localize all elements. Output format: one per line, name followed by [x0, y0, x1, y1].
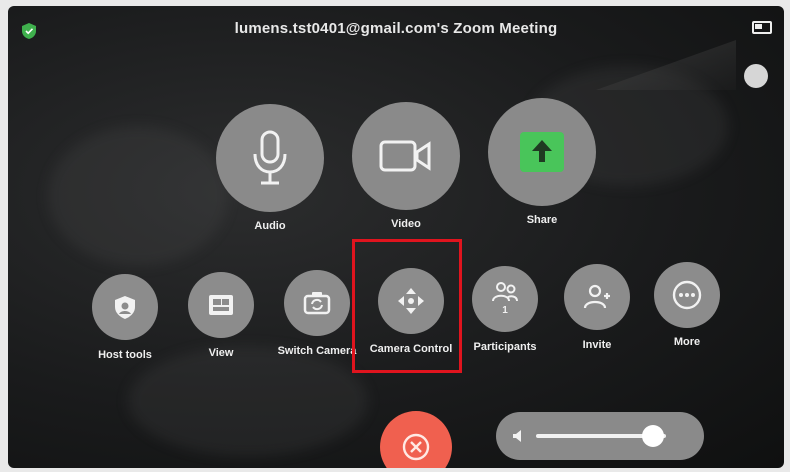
participants-icon: 1 — [490, 279, 520, 319]
more-dots-icon — [671, 279, 703, 311]
participants-label: Participants — [473, 341, 537, 353]
audio-button[interactable] — [216, 104, 324, 212]
switch-camera-button[interactable] — [284, 270, 350, 336]
camera-control-highlight — [352, 239, 462, 373]
view-layout-icon — [207, 292, 235, 318]
background-glare — [596, 40, 736, 90]
volume-knob[interactable] — [642, 425, 664, 447]
video-button[interactable] — [352, 102, 460, 210]
view-label: View — [208, 347, 234, 359]
meeting-title: lumens.tst0401@gmail.com's Zoom Meeting — [234, 20, 558, 37]
view-button[interactable] — [188, 272, 254, 338]
share-button[interactable] — [488, 98, 596, 206]
participants-button[interactable]: 1 — [472, 266, 538, 332]
invite-button[interactable] — [564, 264, 630, 330]
more-label: More — [673, 336, 701, 348]
speaker-icon — [512, 429, 526, 443]
invite-label: Invite — [582, 339, 612, 351]
invite-person-plus-icon — [582, 282, 612, 312]
host-tools-shield-icon — [111, 293, 139, 321]
host-tools-label: Host tools — [98, 349, 152, 361]
microphone-icon — [245, 128, 295, 188]
share-arrow-up-icon — [518, 130, 566, 174]
background-stain — [48, 126, 228, 266]
battery-icon — [752, 21, 772, 34]
background-stain — [128, 346, 368, 456]
switch-camera-label: Switch Camera — [277, 345, 357, 357]
video-camera-icon — [377, 136, 435, 176]
host-tools-button[interactable] — [92, 274, 158, 340]
more-button[interactable] — [654, 262, 720, 328]
share-label: Share — [526, 214, 558, 226]
audio-label: Audio — [254, 220, 286, 232]
end-call-x-icon — [400, 431, 432, 463]
circle-indicator-icon[interactable] — [744, 64, 768, 88]
video-label: Video — [391, 218, 421, 230]
participants-count: 1 — [502, 305, 508, 316]
zoom-meeting-screen: lumens.tst0401@gmail.com's Zoom Meeting … — [8, 6, 784, 468]
switch-camera-icon — [302, 289, 332, 317]
end-meeting-button[interactable] — [380, 411, 452, 468]
volume-slider[interactable] — [496, 412, 704, 460]
